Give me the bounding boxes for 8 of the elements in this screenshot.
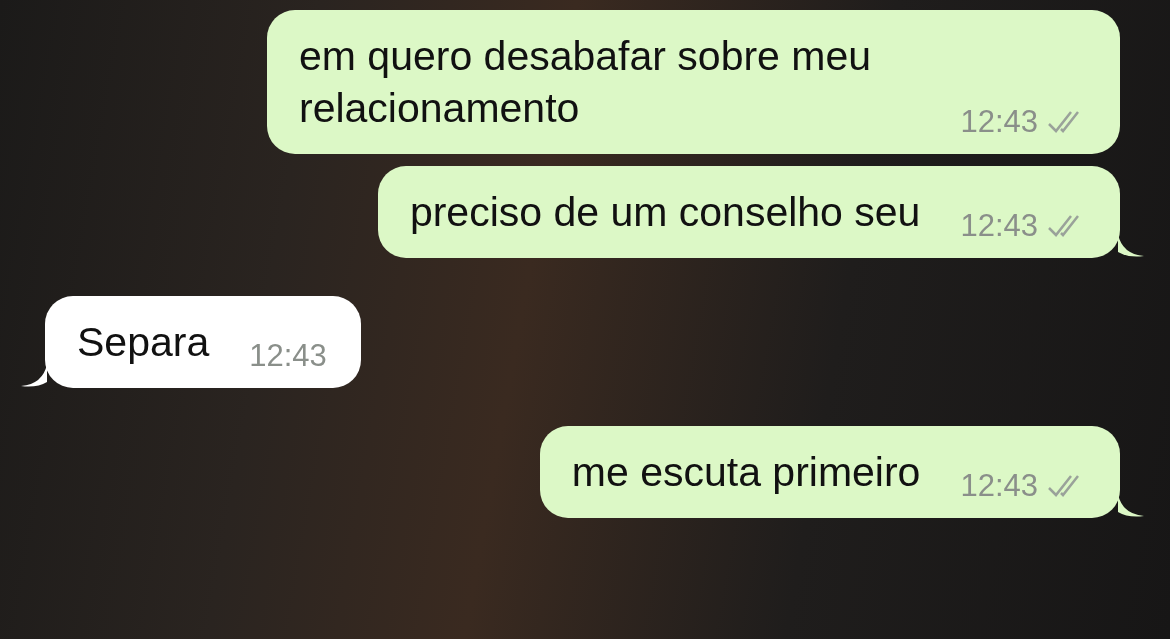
message-time: 12:43 [960, 104, 1038, 140]
message-text: em quero desabafar sobre meu relacionamento [299, 33, 872, 131]
message-text: Separa [77, 319, 210, 365]
message-time: 12:43 [249, 338, 327, 374]
message-text: preciso de um conselho seu [409, 189, 921, 235]
message-time: 12:43 [960, 208, 1038, 244]
message-text: me escuta primeiro [571, 449, 921, 495]
message-time: 12:43 [960, 468, 1038, 504]
